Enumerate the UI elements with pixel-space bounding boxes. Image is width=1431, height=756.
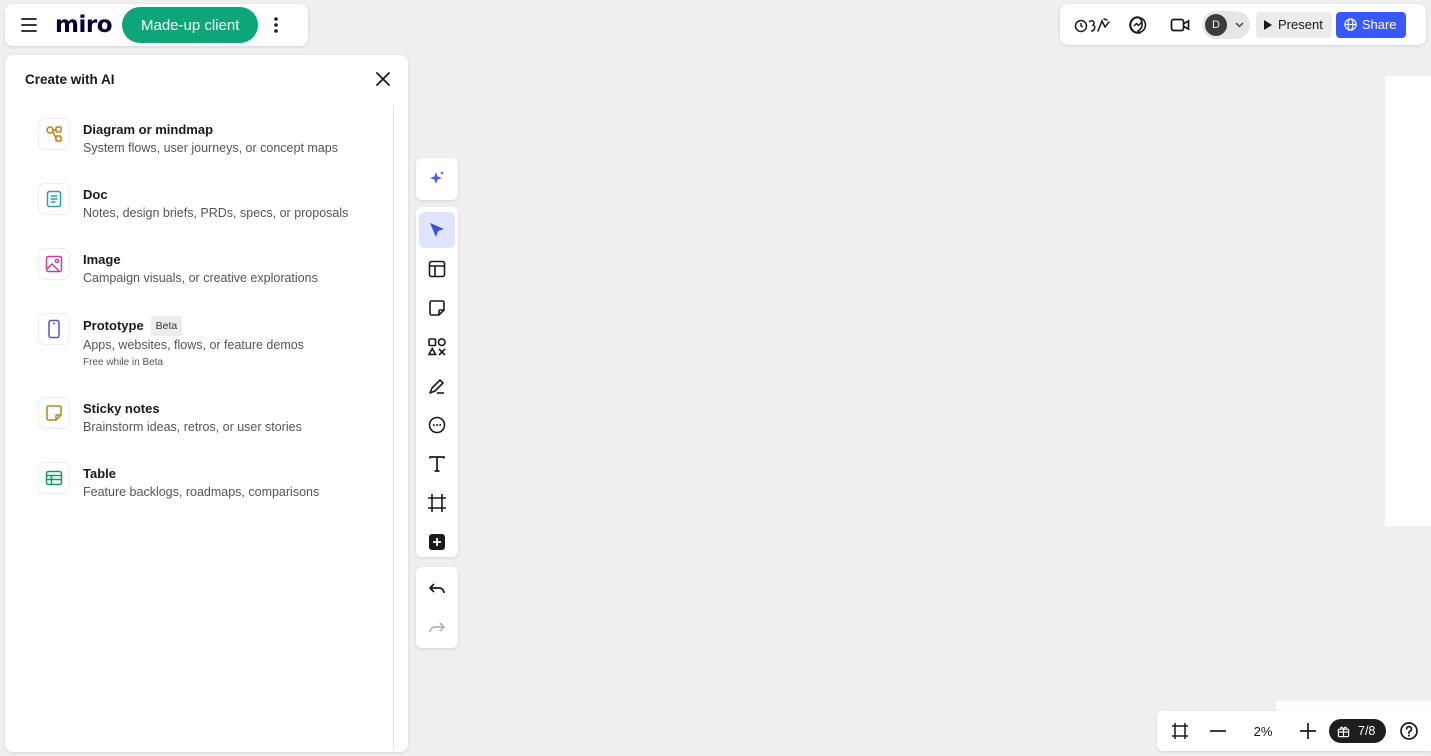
zoom-controls: 2% 7/8 <box>1157 711 1431 751</box>
option-title: Doc <box>83 187 108 202</box>
fit-to-screen-icon[interactable] <box>1163 714 1197 748</box>
sticky-note-tool-icon[interactable] <box>419 290 455 326</box>
pen-icon[interactable] <box>419 368 455 404</box>
redo-icon[interactable] <box>419 610 455 646</box>
zoom-in-icon[interactable] <box>1291 714 1325 748</box>
templates-icon[interactable] <box>419 251 455 287</box>
option-title-text: Prototype <box>83 318 144 333</box>
history-toolbar <box>416 567 458 648</box>
sticky-note-icon <box>39 398 69 428</box>
option-diagram-or-mindmap[interactable]: Diagram or mindmap System flows, user jo… <box>5 115 393 180</box>
present-button[interactable]: Present <box>1256 11 1332 38</box>
frame-icon[interactable] <box>419 485 455 521</box>
board-name-button[interactable]: Made-up client <box>122 7 259 43</box>
option-note: Free while in Beta <box>83 357 164 368</box>
minimap-strip <box>1276 701 1431 711</box>
reactions-icon[interactable] <box>1072 9 1116 41</box>
page-indicator-button[interactable]: 7/8 <box>1329 719 1387 743</box>
option-description: Apps, websites, flows, or feature demos <box>83 338 304 352</box>
undo-icon[interactable] <box>419 571 455 607</box>
option-sticky-notes[interactable]: Sticky notes Brainstorm ideas, retros, o… <box>5 394 393 459</box>
more-options-icon[interactable] <box>264 11 288 39</box>
chevron-down-icon <box>1235 21 1244 28</box>
ai-toolbar <box>416 158 458 200</box>
play-icon <box>1264 19 1272 30</box>
select-tool-icon[interactable] <box>419 212 455 248</box>
top-right-bar: D Present Share <box>1060 4 1426 45</box>
ai-options-list: Diagram or mindmap System flows, user jo… <box>5 115 393 524</box>
panel-header: Create with AI <box>5 55 408 103</box>
hamburger-menu-icon[interactable] <box>15 11 43 39</box>
panel-title: Create with AI <box>25 71 115 87</box>
present-label: Present <box>1278 17 1323 32</box>
globe-icon <box>1344 18 1357 31</box>
image-icon <box>39 249 69 279</box>
option-title: Image <box>83 252 121 267</box>
user-menu[interactable]: D <box>1202 10 1250 39</box>
option-title: Prototype Beta <box>83 310 393 336</box>
diagram-icon <box>39 119 69 149</box>
share-label: Share <box>1361 17 1397 32</box>
ai-sparkle-icon[interactable] <box>419 161 455 197</box>
option-image[interactable]: Image Campaign visuals, or creative expl… <box>5 245 393 310</box>
video-call-icon[interactable] <box>1164 9 1196 41</box>
right-side-panel-edge <box>1385 76 1431 526</box>
more-apps-icon[interactable] <box>419 524 455 560</box>
option-description: Brainstorm ideas, retros, or user storie… <box>83 420 302 434</box>
beta-badge: Beta <box>150 316 183 336</box>
option-table[interactable]: Table Feature backlogs, roadmaps, compar… <box>5 459 393 524</box>
gift-icon <box>1337 726 1350 737</box>
text-icon[interactable] <box>419 446 455 482</box>
option-title: Diagram or mindmap <box>83 122 214 137</box>
option-description: Notes, design briefs, PRDs, specs, or pr… <box>83 206 349 220</box>
shapes-icon[interactable] <box>419 329 455 365</box>
avatar: D <box>1205 13 1227 36</box>
option-title: Sticky notes <box>83 401 160 416</box>
creation-toolbar <box>416 207 458 557</box>
top-left-bar: miro Made-up client <box>5 4 308 46</box>
miro-logo[interactable]: miro <box>55 12 113 38</box>
help-icon[interactable] <box>1392 714 1426 748</box>
prototype-icon <box>39 314 69 344</box>
zoom-out-icon[interactable] <box>1201 714 1235 748</box>
chat-icon[interactable] <box>1122 9 1154 41</box>
page-indicator-text: 7/8 <box>1358 724 1376 738</box>
close-icon[interactable] <box>372 68 394 90</box>
doc-icon <box>39 184 69 214</box>
comment-icon[interactable] <box>419 407 455 443</box>
panel-scrollbar[interactable] <box>393 105 394 750</box>
share-button[interactable]: Share <box>1335 11 1406 38</box>
create-with-ai-panel: Create with AI Diagram or mindmap System… <box>5 55 408 752</box>
option-description: Feature backlogs, roadmaps, comparisons <box>83 485 320 499</box>
option-prototype[interactable]: Prototype Beta Apps, websites, flows, or… <box>5 310 393 394</box>
option-description: System flows, user journeys, or concept … <box>83 141 338 155</box>
zoom-level[interactable]: 2% <box>1235 724 1291 739</box>
option-description: Campaign visuals, or creative exploratio… <box>83 271 318 285</box>
option-title: Table <box>83 466 116 481</box>
table-icon <box>39 463 69 493</box>
option-doc[interactable]: Doc Notes, design briefs, PRDs, specs, o… <box>5 180 393 245</box>
